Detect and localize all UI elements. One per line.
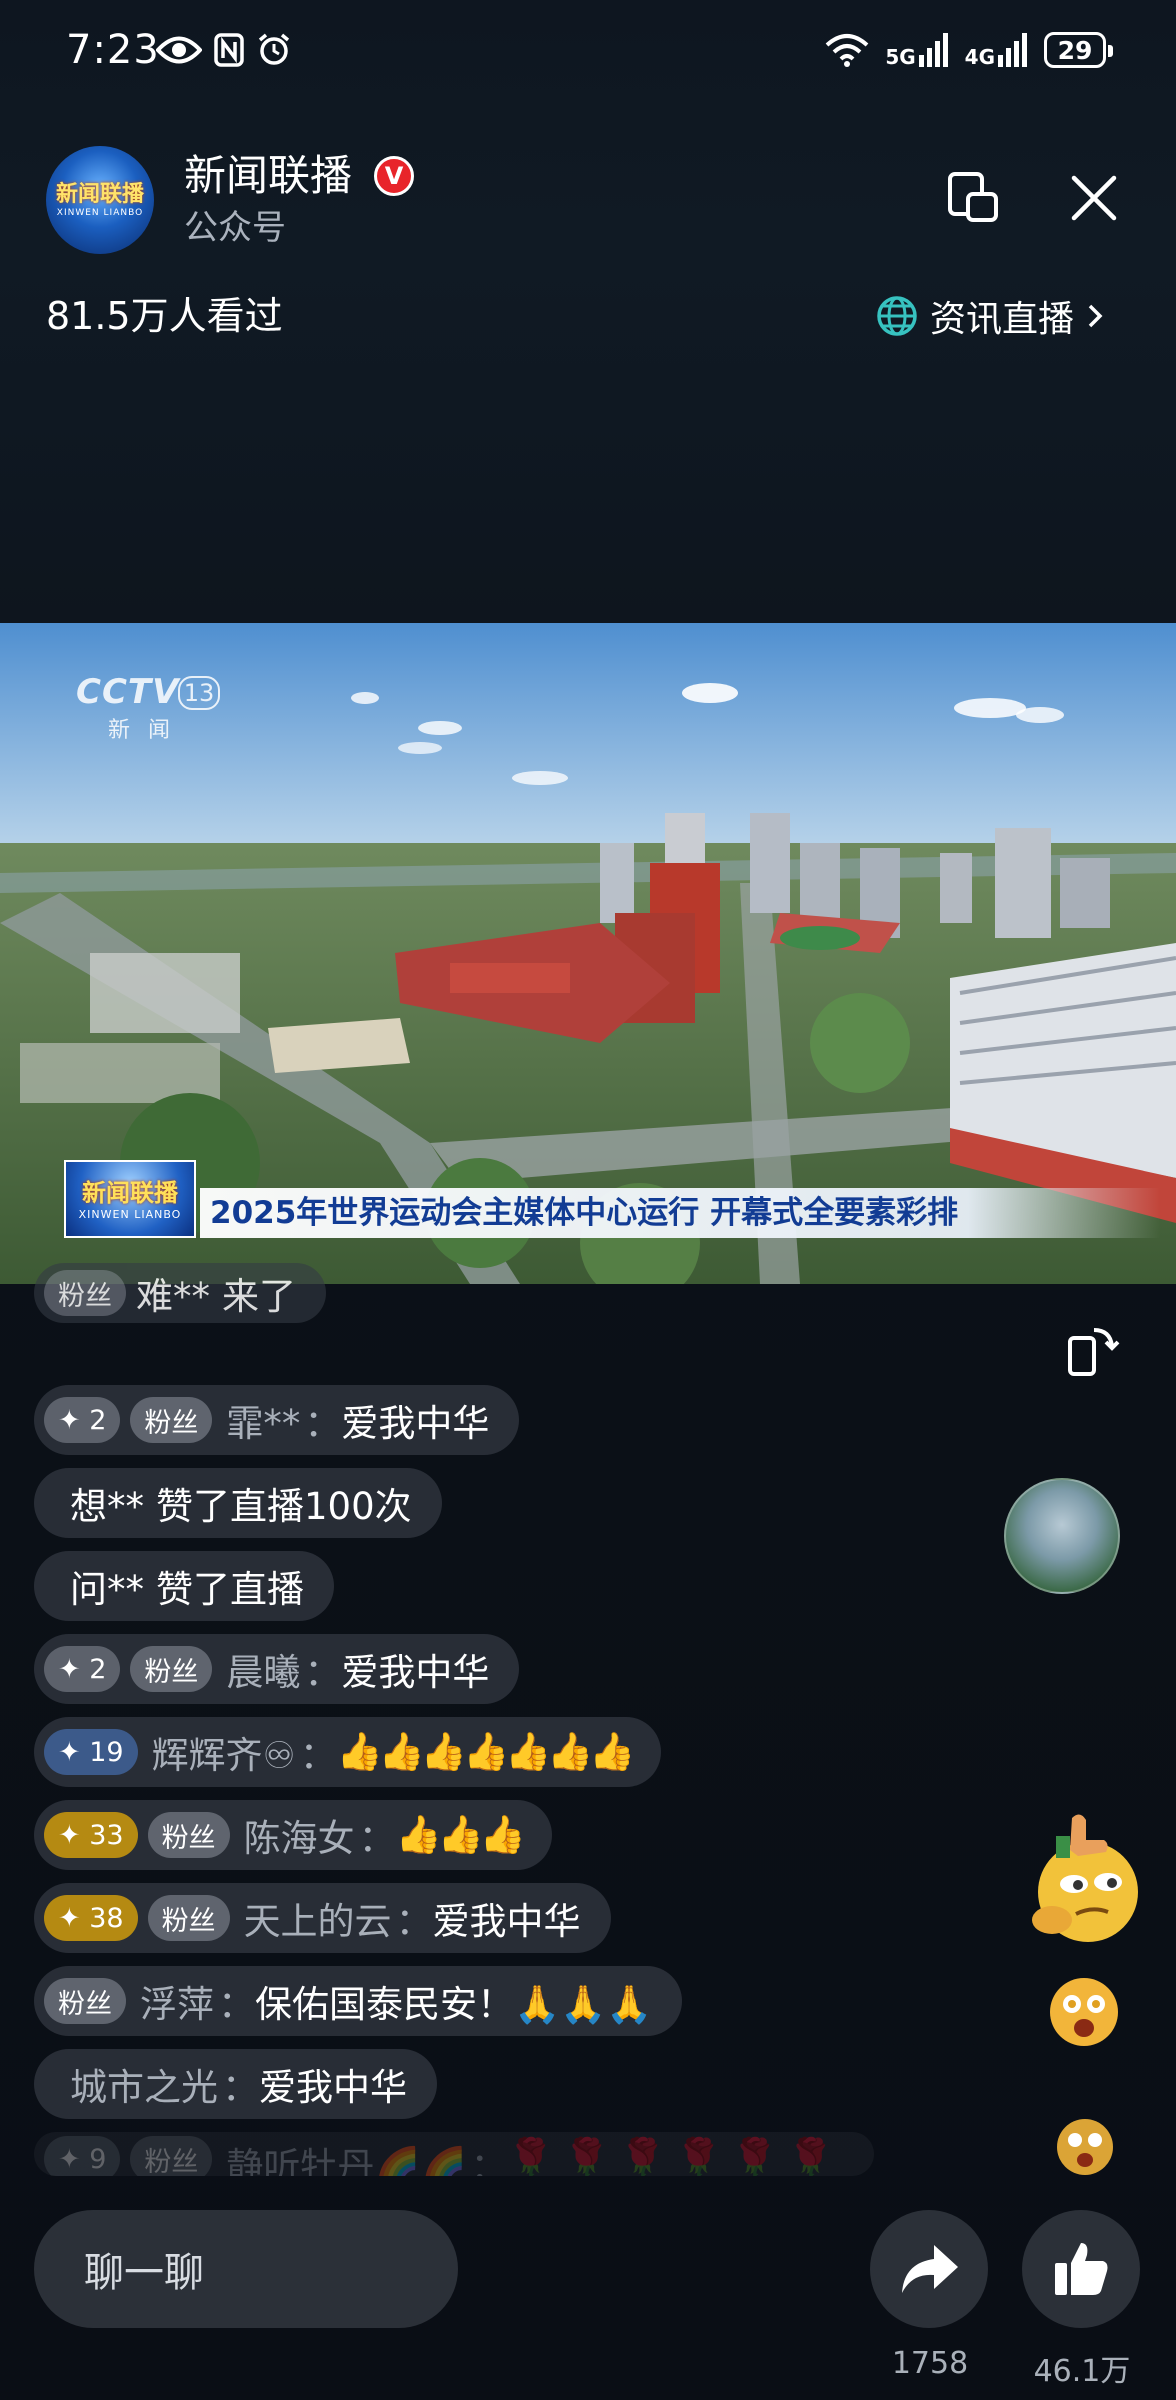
fan-badge: 粉丝 (130, 2136, 213, 2176)
comment-user[interactable]: 霏** (226, 1393, 300, 1447)
fan-badge: 粉丝 (44, 1978, 126, 2024)
program-logo: 新闻联播 XINWEN LIANBO (64, 1160, 196, 1238)
comment-item: ✦ 38 粉丝 天上的云： 爱我中华 (34, 1883, 611, 1953)
comment-item: ✦ 2 粉丝 晨曦： 爱我中华 (34, 1634, 520, 1704)
comment-text: 爱我中华 (341, 1402, 490, 1445)
comment-item: 粉丝 浮萍： 保佑国泰民安！🙏🙏🙏 (34, 1966, 683, 2036)
rotate-screen-icon (1068, 1328, 1120, 1376)
program-logo-text: 新闻联播 (82, 1178, 178, 1207)
wifi-icon (825, 34, 869, 67)
comment-item: ✦ 19 辉辉齐♾： 👍👍👍👍👍👍👍 (34, 1717, 662, 1787)
comment-text: 保佑国泰民安！🙏🙏🙏 (255, 1983, 653, 2026)
rotate-screen-button[interactable] (1060, 1316, 1128, 1384)
network-5g-label: 5G (885, 45, 916, 69)
comment-user[interactable]: 浮萍 (140, 1974, 214, 2028)
level-badge: ✦ 9 (44, 2136, 121, 2176)
program-logo-en: XINWEN LIANBO (78, 1207, 182, 1221)
comment-user[interactable]: 晨曦 (226, 1642, 300, 1696)
comment-item: ✦ 2 粉丝 霏**： 爱我中华 (34, 1385, 520, 1455)
fan-badge: 粉丝 (44, 1270, 126, 1316)
share-arrow-icon (902, 2245, 958, 2293)
thumbs-up-icon (1055, 2243, 1108, 2295)
level-badge: ✦ 2 (44, 1397, 121, 1443)
level-badge: ✦ 19 (44, 1729, 138, 1775)
like-button[interactable] (1022, 2210, 1140, 2328)
category-label: 资讯直播 (929, 299, 1074, 340)
level-badge: ✦ 38 (44, 1895, 138, 1941)
featured-user-avatar[interactable] (1004, 1478, 1120, 1594)
viewer-count: 81.5万人看过 (46, 294, 283, 338)
channel-type: 公众号 (184, 208, 286, 248)
pip-button[interactable] (944, 168, 1004, 228)
share-button[interactable] (870, 2210, 988, 2328)
signal-bars-icon (918, 33, 948, 67)
comment-user[interactable]: 静听牡丹🌈🌈 (226, 2136, 466, 2176)
fan-badge: 粉丝 (130, 1397, 213, 1443)
avatar-logo-en: XINWEN LIANBO (56, 208, 144, 218)
comment-item: ✦ 9 粉丝 静听牡丹🌈🌈： 🌹🌹🌹🌹🌹🌹 (34, 2132, 874, 2176)
level-badge: ✦ 2 (44, 1646, 121, 1692)
battery-indicator: 29 (1044, 32, 1113, 68)
network-4g-label: 4G (964, 45, 995, 69)
signal-bars-icon (998, 33, 1027, 67)
comment-item: 城市之光： 爱我中华 (34, 2049, 437, 2119)
comment-item: 想** 赞了直播100次 (34, 1468, 442, 1538)
comment-text: 🌹🌹🌹🌹🌹🌹 (507, 2136, 844, 2176)
signal-4g: 4G (965, 33, 1028, 67)
close-icon (1071, 175, 1117, 221)
comment-user[interactable]: 想** (70, 1476, 144, 1530)
close-button[interactable] (1064, 168, 1124, 228)
eye-icon (156, 36, 202, 64)
status-time: 7:23 (66, 27, 160, 73)
fan-badge: 粉丝 (130, 1646, 213, 1692)
comment-text: 来了 (222, 1275, 296, 1318)
picture-in-picture-icon (948, 172, 998, 222)
status-icons-right: 5G 4G 29 (825, 28, 1113, 72)
comment-user[interactable]: 天上的云 (244, 1891, 392, 1945)
alarm-icon (258, 33, 290, 65)
avatar-logo-text: 新闻联播 (55, 182, 144, 207)
comment-text: 爱我中华 (432, 1900, 581, 1943)
share-count: 1758 (891, 2346, 969, 2381)
comment-item: 粉丝 难** 来了 (34, 1263, 326, 1323)
comment-text: 赞了直播 (156, 1568, 304, 1611)
like-count: 46.1万 (1033, 2354, 1131, 2389)
comment-text: 赞了直播100次 (156, 1485, 412, 1528)
verified-icon: V (374, 156, 414, 196)
video-headline-caption: 2025年世界运动会主媒体中心运行 开幕式全要素彩排 (200, 1188, 1160, 1238)
signal-5g: 5G (885, 33, 948, 67)
comment-user[interactable]: 问** (70, 1559, 144, 1613)
comment-user[interactable]: 陈海女 (244, 1808, 355, 1862)
fan-badge: 粉丝 (147, 1895, 230, 1941)
category-link[interactable]: 资讯直播 (876, 290, 1106, 342)
comment-user[interactable]: 难** (136, 1266, 210, 1320)
comment-text: 👍👍👍 (395, 1813, 526, 1856)
channel-avatar[interactable]: 新闻联播 XINWEN LIANBO (46, 146, 154, 254)
comment-item: 问** 赞了直播 (34, 1551, 334, 1621)
cctv-channel-name: 新闻 (108, 718, 189, 743)
comment-item: ✦ 33 粉丝 陈海女： 👍👍👍 (34, 1800, 552, 1870)
comment-text: 爱我中华 (341, 1651, 490, 1694)
status-icons-left (156, 30, 292, 70)
star-eyes-emoji-icon (1050, 1978, 1118, 2046)
globe-icon (877, 296, 917, 336)
comment-user[interactable]: 城市之光 (70, 2057, 218, 2111)
chevron-right-icon (1088, 304, 1103, 328)
fan-badge: 粉丝 (147, 1812, 230, 1858)
star-eyes-emoji-icon (1057, 2119, 1113, 2175)
chat-input[interactable]: 聊一聊 (34, 2210, 458, 2328)
thinking-thumbs-emoji-icon (1032, 1814, 1138, 1942)
cctv-watermark: CCTV (76, 672, 180, 712)
comment-text: 👍👍👍👍👍👍👍 (336, 1730, 635, 1773)
comment-text: 爱我中华 (259, 2066, 407, 2109)
comment-user[interactable]: 辉辉齐♾ (152, 1725, 296, 1779)
nfc-icon (214, 33, 244, 67)
channel-name[interactable]: 新闻联播 (184, 148, 352, 204)
level-badge: ✦ 33 (44, 1812, 138, 1858)
cctv-channel-number: 13 (178, 676, 220, 710)
